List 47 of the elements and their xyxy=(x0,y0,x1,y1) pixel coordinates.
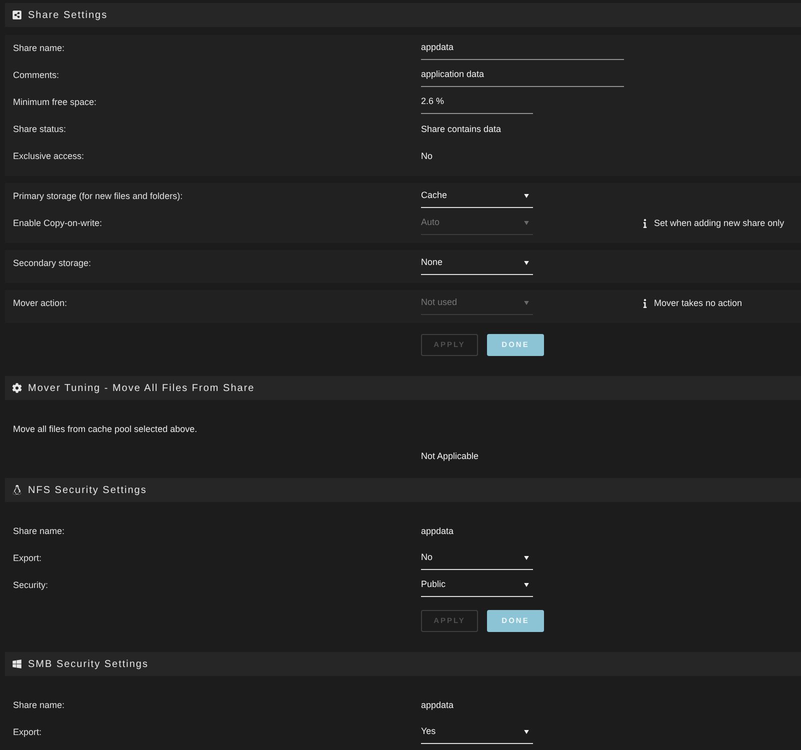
field-label: Exclusive access: xyxy=(13,150,84,161)
field-label: Primary storage (for new files and folders): xyxy=(13,190,183,201)
dropdown-select[interactable]: Cache xyxy=(421,185,533,208)
description-text: Move all files from cache pool selected above. xyxy=(13,422,198,436)
caret-icon xyxy=(524,261,529,265)
section-title: Mover Tuning - Move All Files From Share xyxy=(28,382,255,396)
field-label: Export: xyxy=(13,552,42,563)
window-grid-icon xyxy=(12,659,22,669)
section-title: Share Settings xyxy=(28,8,108,22)
field-label: Export: xyxy=(13,726,42,737)
field-label: Secondary storage: xyxy=(13,258,92,268)
gear-icon xyxy=(12,383,22,393)
field-label: Minimum free space: xyxy=(13,96,97,107)
field-value: appdata xyxy=(421,698,454,712)
caret-icon xyxy=(524,194,529,198)
text-field[interactable]: appdata xyxy=(421,37,624,60)
field-value: No xyxy=(421,150,433,163)
field-value: appdata xyxy=(421,524,454,538)
info-note: Mover takes no action xyxy=(654,296,742,310)
field-label: Mover action: xyxy=(13,298,68,308)
text-field[interactable]: 2.6 % xyxy=(421,91,533,114)
dropdown-select[interactable]: Public xyxy=(421,574,533,597)
field-value: Not Applicable xyxy=(421,450,479,463)
share-icon xyxy=(12,10,22,20)
caret-icon xyxy=(524,730,529,734)
section-title: SMB Security Settings xyxy=(28,658,148,672)
caret-icon xyxy=(524,556,529,560)
section-title: NFS Security Settings xyxy=(28,484,147,498)
field-value: Share contains data xyxy=(421,122,502,136)
field-label: Security: xyxy=(13,580,48,590)
field-label: Comments: xyxy=(13,70,60,80)
text-field[interactable]: application data xyxy=(421,64,624,87)
field-label: Share name: xyxy=(13,700,65,710)
penguin-icon xyxy=(12,485,22,495)
caret-icon xyxy=(524,301,529,305)
field-label: Share name: xyxy=(13,42,65,53)
dropdown-select[interactable]: No xyxy=(421,547,533,570)
dropdown-select[interactable]: None xyxy=(421,252,533,275)
field-label: Share name: xyxy=(13,526,65,536)
info-icon xyxy=(643,219,647,228)
dropdown-select[interactable]: Yes xyxy=(421,721,533,744)
caret-icon xyxy=(524,221,529,225)
caret-icon xyxy=(524,583,529,587)
info-note: Set when adding new share only xyxy=(654,216,784,230)
field-label: Enable Copy-on-write: xyxy=(13,218,102,228)
info-icon xyxy=(643,299,647,308)
field-label: Share status: xyxy=(13,124,66,134)
